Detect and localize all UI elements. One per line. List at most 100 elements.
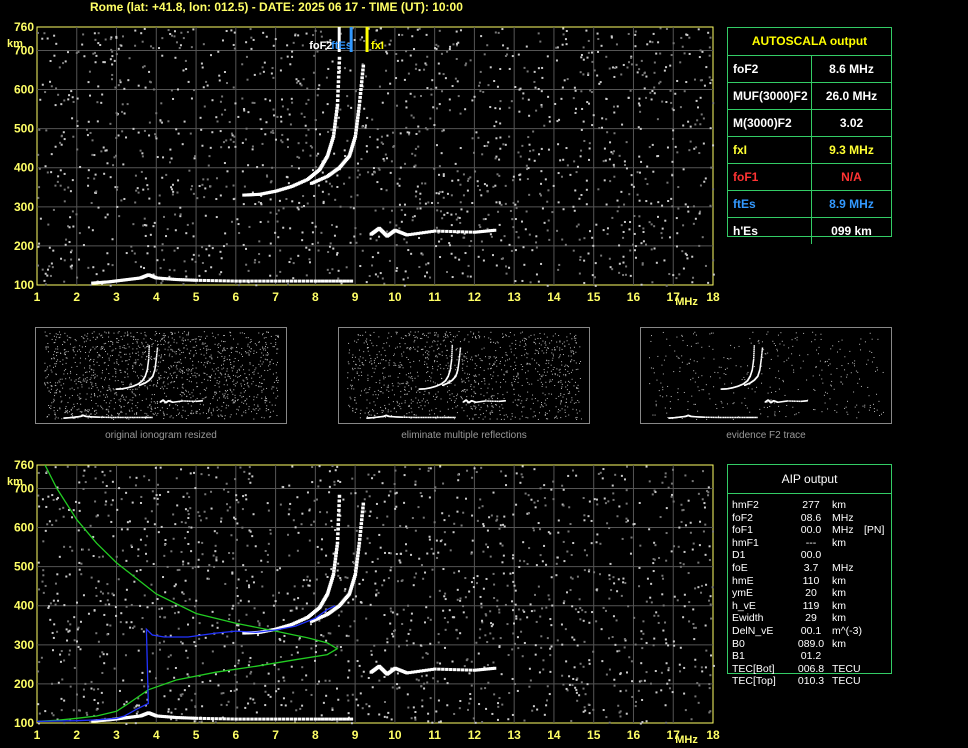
noise-point <box>110 36 113 39</box>
noise-point <box>543 713 546 716</box>
noise-point <box>301 585 304 588</box>
noise-point <box>408 131 411 134</box>
thumb-noise-point <box>51 338 53 340</box>
noise-point <box>57 599 60 602</box>
noise-point <box>184 537 187 540</box>
noise-point <box>289 257 292 260</box>
noise-point <box>392 635 395 638</box>
noise-point <box>642 240 645 243</box>
noise-point <box>616 210 619 213</box>
noise-point <box>667 200 670 203</box>
noise-point <box>248 225 251 228</box>
thumb-noise-point <box>224 356 226 358</box>
thumb-noise-point <box>214 343 216 345</box>
noise-point <box>438 173 441 176</box>
noise-point <box>653 247 656 250</box>
thumb-noise-point <box>254 369 256 371</box>
noise-point <box>575 171 578 174</box>
noise-point <box>654 491 657 494</box>
noise-point <box>269 532 272 535</box>
noise-point <box>386 515 389 518</box>
noise-point <box>396 104 399 107</box>
trace-point-o-trace <box>332 125 337 129</box>
noise-point <box>92 555 95 558</box>
noise-point <box>441 190 444 193</box>
noise-point <box>495 264 498 267</box>
thumb-noise-point <box>189 358 191 360</box>
noise-point <box>586 554 589 557</box>
noise-point <box>359 38 362 41</box>
noise-point <box>201 553 204 556</box>
thumb-noise-point <box>237 399 239 401</box>
thumb-noise-point <box>269 363 271 365</box>
noise-point <box>548 116 551 119</box>
noise-point <box>278 567 281 570</box>
noise-point <box>80 573 83 576</box>
noise-point <box>207 577 210 580</box>
thumb-noise-point <box>236 370 238 372</box>
thumb-noise-point <box>118 354 120 356</box>
noise-point <box>398 33 401 36</box>
noise-point <box>699 184 702 187</box>
thumb-noise-point <box>239 352 241 354</box>
thumb-noise-point <box>270 342 272 344</box>
noise-point <box>503 525 506 528</box>
noise-point <box>106 213 109 216</box>
noise-point <box>65 575 68 578</box>
trace-point-e-layer <box>234 717 238 721</box>
noise-point <box>244 494 247 497</box>
thumb-noise-point <box>119 345 121 347</box>
thumb-noise-point <box>277 379 279 381</box>
trace-point-x-trace <box>356 113 360 117</box>
noise-point <box>405 549 408 552</box>
noise-point <box>492 491 495 494</box>
noise-point <box>692 622 695 625</box>
thumb-noise-point <box>234 394 236 396</box>
thumb-noise-point <box>187 403 189 405</box>
noise-point <box>484 634 487 637</box>
noise-point <box>425 652 428 655</box>
noise-point <box>158 608 161 611</box>
noise-point <box>163 543 166 546</box>
thumb-noise-point <box>207 411 209 413</box>
noise-point <box>480 240 483 243</box>
noise-point <box>74 500 77 503</box>
noise-point <box>469 693 472 696</box>
noise-point <box>186 656 189 659</box>
noise-point <box>309 623 312 626</box>
noise-point <box>583 514 586 517</box>
noise-point <box>368 495 371 498</box>
noise-point <box>221 95 224 98</box>
noise-point <box>134 261 137 264</box>
thumb-noise-point <box>131 390 133 392</box>
noise-point <box>493 583 496 586</box>
thumb-noise-point <box>176 374 178 376</box>
noise-point <box>402 278 405 281</box>
noise-point <box>301 44 304 47</box>
noise-point <box>68 653 71 656</box>
noise-point <box>349 241 352 244</box>
noise-point <box>111 238 114 241</box>
noise-point <box>674 92 677 95</box>
noise-point <box>232 641 235 644</box>
thumb-noise-point <box>243 411 245 413</box>
noise-point <box>38 712 41 715</box>
noise-point <box>365 75 368 78</box>
noise-point <box>75 51 78 54</box>
thumb-noise-point <box>158 355 160 357</box>
thumb-noise-point <box>256 396 258 398</box>
noise-point <box>418 130 421 133</box>
thumb-noise-point <box>275 380 277 382</box>
noise-point <box>612 150 615 153</box>
noise-point <box>90 201 93 204</box>
noise-point <box>529 150 532 153</box>
noise-point <box>598 573 601 576</box>
thumb-noise-point <box>156 386 158 388</box>
noise-point <box>456 637 459 640</box>
noise-point <box>659 516 662 519</box>
noise-point <box>479 628 482 631</box>
noise-point <box>71 210 74 213</box>
noise-point <box>494 157 497 160</box>
noise-point <box>533 609 536 612</box>
noise-point <box>431 568 434 571</box>
